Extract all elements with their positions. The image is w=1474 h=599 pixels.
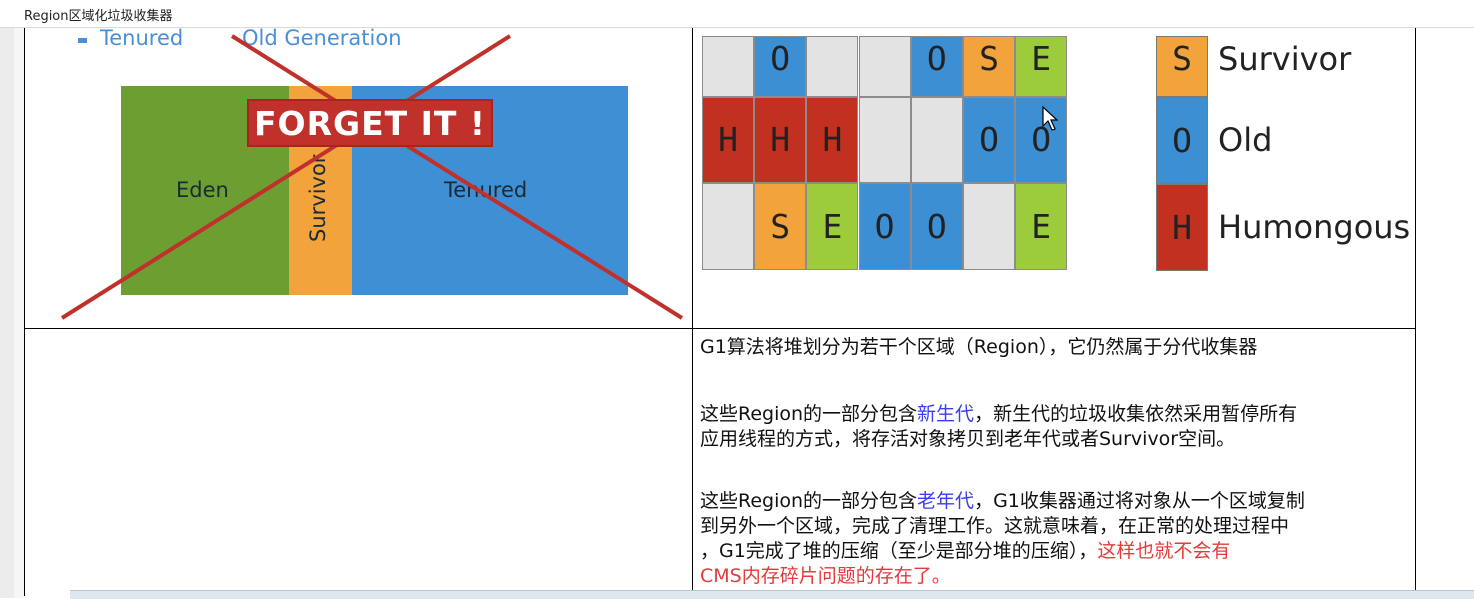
region-cell: O [910, 183, 963, 270]
table-row-divider [24, 328, 1416, 329]
description-line: 这些Region的一部分包含新生代，新生代的垃圾收集依然采用暂停所有 [700, 402, 1410, 427]
region-cell: O [963, 97, 1015, 183]
region-cell [910, 97, 963, 183]
description-line: ，G1完成了堆的压缩（至少是部分堆的压缩），这样也就不会有 [700, 539, 1410, 564]
description-line-highlight: CMS内存碎片问题的存在了。 [700, 565, 951, 587]
region-cell [858, 97, 911, 183]
region-cell [963, 183, 1015, 270]
description-paragraph-3: 这些Region的一部分包含老年代，G1收集器通过将对象从一个区域复制 到另外一… [700, 489, 1410, 589]
legend-swatch: S [1156, 36, 1208, 97]
region-cell: H [702, 97, 754, 183]
region-cell: O [858, 183, 911, 270]
description-text: 这些Region的一部分包含 [700, 490, 918, 512]
region-cell [702, 183, 754, 270]
table-border-middle [692, 28, 693, 596]
description-text: ，新生代的垃圾收集依然采用暂停所有 [974, 403, 1298, 425]
description-line: 这些Region的一部分包含老年代，G1收集器通过将对象从一个区域复制 [700, 489, 1410, 514]
mouse-cursor-icon [1042, 106, 1058, 131]
highlight-no-fragmentation: 这样也就不会有 [1097, 540, 1231, 562]
right-margin [1416, 28, 1474, 590]
description-text: ，G1收集器通过将对象从一个区域复制 [974, 490, 1305, 512]
region-cell: E [806, 183, 859, 270]
region-cell: H [754, 97, 807, 183]
region-cell: H [806, 97, 859, 183]
description-paragraph-1: G1算法将堆划分为若干个区域（Region），它仍然属于分代收集器 [700, 335, 1410, 360]
highlight-old-generation: 老年代 [917, 490, 975, 512]
description-text: G1算法将堆划分为若干个区域（Region），它仍然属于分代收集器 [700, 336, 1258, 358]
region-cell [702, 36, 754, 97]
legend-label: Humongous [1218, 208, 1411, 246]
region-cell: S [963, 36, 1015, 97]
highlight-young-generation: 新生代 [917, 403, 975, 425]
region-cell: S [754, 183, 807, 270]
legend-label: Old [1218, 121, 1273, 159]
description-line: 到另外一个区域，完成了清理工作。这就意味着，在正常的处理过程中 [700, 515, 1290, 537]
region-cell: E [1015, 36, 1068, 97]
legend-swatch: O [1156, 97, 1208, 184]
cross-out-icon [60, 34, 684, 320]
region-cell [806, 36, 859, 97]
region-cell [858, 36, 911, 97]
legend-swatch: H [1156, 184, 1208, 271]
forget-it-banner: FORGET IT ! [247, 99, 493, 147]
region-cell: E [1015, 183, 1068, 270]
description-paragraph-2: 这些Region的一部分包含新生代，新生代的垃圾收集依然采用暂停所有 应用线程的… [700, 402, 1410, 452]
legend-label: Survivor [1218, 40, 1352, 78]
description-line: 应用线程的方式，将存活对象拷贝到老年代或者Survivor空间。 [700, 428, 1236, 450]
region-cell: O [754, 36, 807, 97]
region-cell: O [910, 36, 963, 97]
description-text: 这些Region的一部分包含 [700, 403, 918, 425]
description-text: ，G1完成了堆的压缩（至少是部分堆的压缩）， [700, 540, 1098, 562]
